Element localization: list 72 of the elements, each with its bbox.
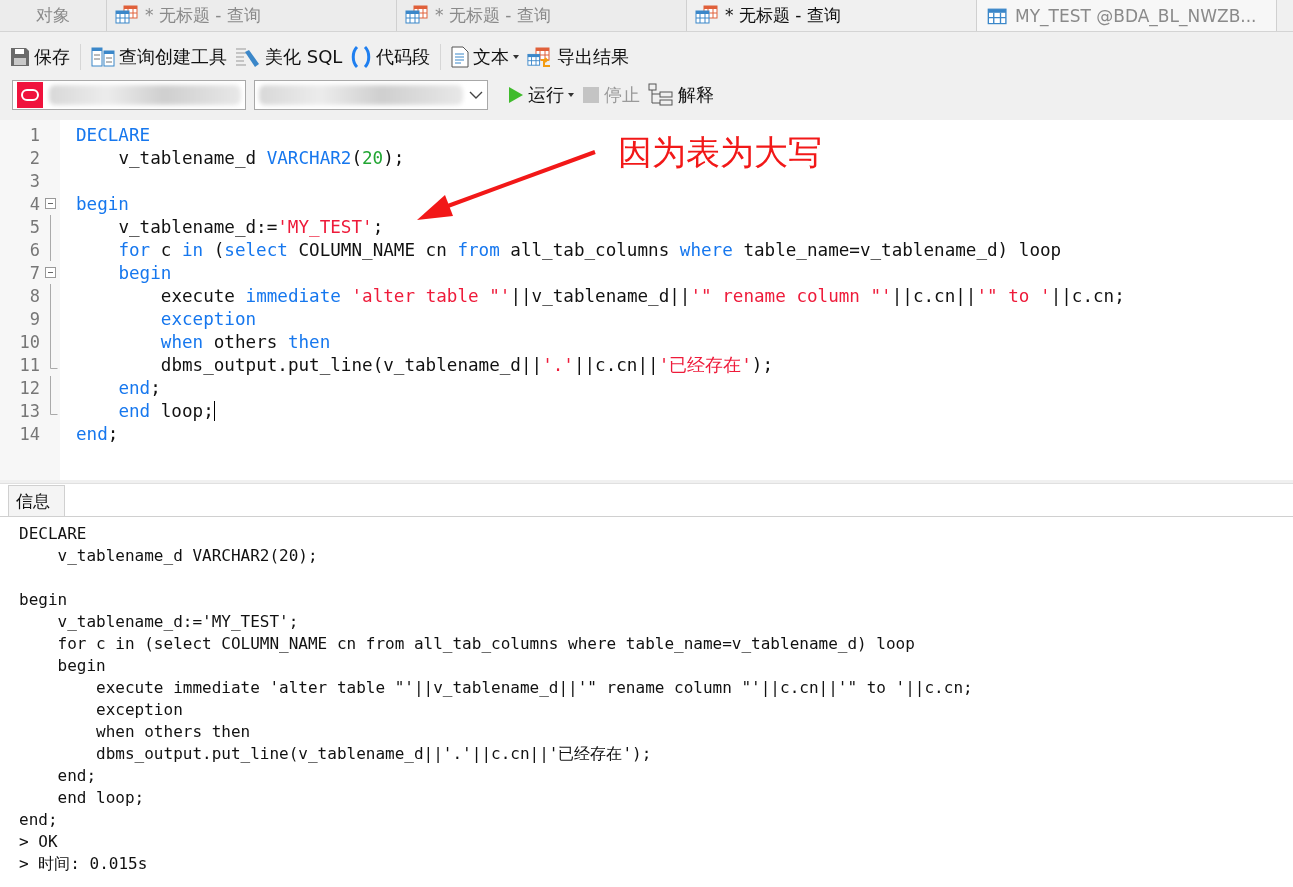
output-line: > OK <box>19 831 59 853</box>
line-number: 7 <box>28 262 40 283</box>
toolbar-button[interactable]: 导出结果 <box>527 45 630 69</box>
code-line: end; <box>118 377 161 398</box>
query-table-icon <box>405 4 429 27</box>
query-builder-icon <box>91 46 115 68</box>
info-tab[interactable]: 信息 <box>8 485 65 516</box>
code-line: DECLARE <box>76 124 151 145</box>
code-line: v_tablename_d:='MY_TEST'; <box>118 216 384 237</box>
output-line: when others then <box>95 721 252 743</box>
line-number: 10 <box>18 331 40 352</box>
toolbar-button[interactable]: 解释 <box>648 83 714 107</box>
play-icon <box>508 86 524 104</box>
output-line: dbms_output.put_line(v_tablename_d||'.'||c.cn||'已经存在'); <box>95 743 653 765</box>
output-line: end loop; <box>56 787 146 809</box>
line-number: 1 <box>28 124 40 145</box>
toolbar-button[interactable]: 运行 <box>508 83 574 107</box>
line-number: 6 <box>28 239 40 260</box>
caret-icon[interactable] <box>568 93 574 97</box>
line-number: 9 <box>28 308 40 329</box>
line-number: 12 <box>18 377 40 398</box>
output-line: v_tablename_d VARCHAR2(20); <box>56 545 319 567</box>
line-number: 3 <box>28 170 40 191</box>
toolbar-button[interactable]: 查询创建工具 <box>91 45 227 69</box>
line-number: 5 <box>28 216 40 237</box>
fold-end-mark <box>50 399 59 415</box>
caret-icon[interactable] <box>513 55 520 59</box>
code-line: v_tablename_d VARCHAR2(20); <box>118 147 405 168</box>
line-number: 4 <box>28 193 40 214</box>
tree-diagram-icon <box>648 83 674 107</box>
code-line: end loop; <box>118 400 214 421</box>
line-number: 14 <box>18 423 40 444</box>
code-line: begin <box>118 262 172 283</box>
output-line: > 时间: 0.015s <box>19 853 149 875</box>
line-number: 11 <box>18 354 40 375</box>
code-line: for c in (select COLUMN_NAME cn from all_tab_columns where table_name=v_tablename_d) loop <box>118 239 1062 260</box>
output-line: for c in (select COLUMN_NAME cn from all_tab_columns where table_name=v_tablename_d) loop <box>56 633 916 655</box>
line-number: 8 <box>28 285 40 306</box>
query-table-icon <box>115 4 139 27</box>
output-line: exception <box>95 699 184 721</box>
output-line: execute immediate 'alter table "'||v_tablename_d||'" rename column "'||c.cn||'" to '||c.cn; <box>95 677 974 699</box>
output-line: begin <box>19 589 69 611</box>
database-icon <box>17 82 43 108</box>
code-line: when others then <box>160 331 331 352</box>
toolbar-button[interactable]: 文本 <box>451 45 520 69</box>
output-line: DECLARE <box>19 523 88 545</box>
fold-end-mark <box>50 353 59 369</box>
annotation-text: 因为表为大写 <box>618 131 822 174</box>
code-line: exception <box>160 308 257 329</box>
output-line: begin <box>56 655 107 677</box>
toolbar-button[interactable]: 保存 <box>10 45 70 69</box>
toolbar-button[interactable]: 美化 SQL <box>235 45 343 69</box>
query-table-icon <box>695 4 719 27</box>
line-number: 13 <box>18 400 40 421</box>
parentheses-icon <box>350 45 373 69</box>
code-line: execute immediate 'alter table "'||v_tablename_d||'" rename column "'||c.cn||'" to '||c.cn; <box>160 285 1125 306</box>
collapse-toggle-icon[interactable] <box>45 198 56 209</box>
stop-icon <box>582 86 600 104</box>
fold-guide-line <box>50 376 51 399</box>
line-number: 2 <box>28 147 40 168</box>
code-line: end; <box>76 423 119 444</box>
output-line: v_tablename_d:='MY_TEST'; <box>56 611 300 633</box>
code-line: dbms_output.put_line(v_tablename_d||'.'||c.cn||'已经存在'); <box>160 353 774 377</box>
connection-select[interactable] <box>12 80 246 110</box>
chevron-down-icon <box>469 91 483 99</box>
toolbar-button[interactable]: 代码段 <box>350 45 431 69</box>
output-line: end; <box>19 809 59 831</box>
document-icon <box>451 46 470 68</box>
beautify-brush-icon <box>235 46 261 68</box>
code-line: begin <box>76 193 129 214</box>
output-line: end; <box>56 765 98 787</box>
collapse-toggle-icon[interactable] <box>45 267 56 278</box>
